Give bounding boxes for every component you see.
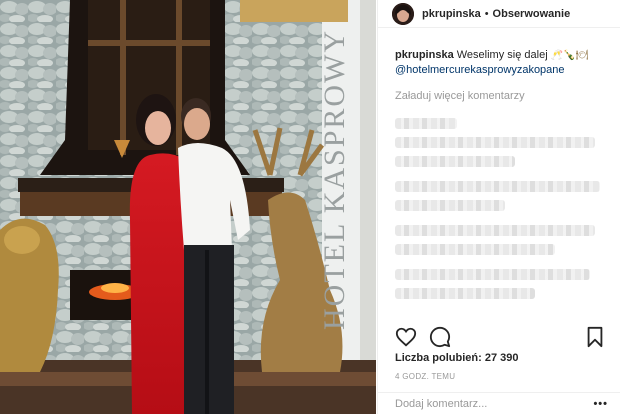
blurred-comments	[395, 118, 606, 299]
blurred-comment	[395, 137, 595, 148]
blurred-comment	[395, 118, 457, 129]
post-photo[interactable]: HOTEL KASPROWY	[0, 0, 376, 414]
header-username[interactable]: pkrupinska	[422, 8, 481, 20]
hotel-sign-text: HOTEL KASPROWY	[318, 29, 351, 330]
caption: pkrupinska Weselimy się dalej 🥂🍾🍽 @hotel…	[395, 48, 606, 78]
blurred-comment	[395, 269, 590, 280]
post-timestamp[interactable]: 4 GODZ. TEMU	[395, 372, 455, 381]
blurred-comment	[395, 225, 595, 236]
caption-tag-link[interactable]: @hotelmercurekasprowyzakopane	[395, 64, 565, 76]
photo-scene: HOTEL KASPROWY	[0, 0, 376, 414]
comment-bubble-icon[interactable]	[429, 326, 451, 348]
blurred-comment	[395, 200, 505, 211]
post-side-panel: pkrupinska • Obserwowanie pkrupinska Wes…	[377, 0, 620, 414]
caption-text: Weselimy się dalej	[456, 49, 548, 61]
avatar[interactable]	[392, 2, 414, 25]
follow-button[interactable]: Obserwowanie	[493, 8, 571, 20]
post-header: pkrupinska • Obserwowanie	[378, 0, 620, 28]
load-more-comments-button[interactable]: Załaduj więcej komentarzy	[395, 89, 606, 104]
add-comment-input[interactable]	[395, 397, 594, 410]
blurred-comment	[395, 244, 555, 255]
blurred-comment	[395, 288, 535, 299]
header-separator: •	[484, 7, 489, 20]
post-actions	[395, 326, 606, 348]
blurred-comment	[395, 181, 600, 192]
heart-icon[interactable]	[395, 326, 417, 348]
caption-emojis: 🥂🍾🍽	[550, 50, 589, 61]
more-options-icon[interactable]: •••	[593, 398, 608, 410]
comments-section: pkrupinska Weselimy się dalej 🥂🍾🍽 @hotel…	[378, 28, 620, 299]
avatar-image	[392, 2, 414, 25]
caption-username[interactable]: pkrupinska	[395, 49, 454, 61]
blurred-comment	[395, 156, 515, 167]
bookmark-icon[interactable]	[584, 326, 606, 348]
add-comment-bar: •••	[378, 392, 620, 414]
likes-count[interactable]: Liczba polubień: 27 390	[395, 352, 518, 364]
